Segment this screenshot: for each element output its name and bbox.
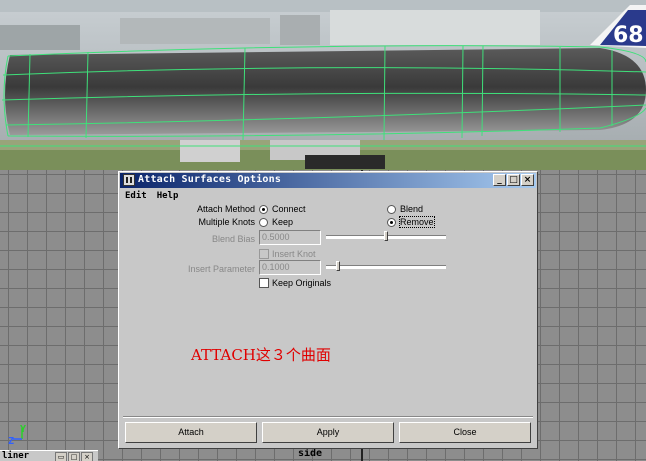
blend-bias-field[interactable]: 0.5000 bbox=[259, 230, 321, 245]
airplane-photo: 68 bbox=[0, 0, 646, 175]
dialog-titlebar[interactable]: Attach Surfaces Options _ □ × bbox=[120, 173, 536, 188]
maximize-button[interactable]: □ bbox=[507, 174, 520, 186]
menu-edit[interactable]: Edit bbox=[125, 191, 147, 201]
mini-panel-label: liner bbox=[2, 451, 30, 461]
blend-bias-label: Blend Bias bbox=[211, 234, 255, 244]
maximize-icon[interactable]: □ bbox=[68, 452, 80, 461]
insert-parameter-slider[interactable] bbox=[326, 265, 446, 269]
attach-method-label: Attach Method bbox=[196, 204, 255, 214]
tutorial-annotation: ATTACH这３个曲面 bbox=[191, 346, 331, 364]
close-button[interactable]: Close bbox=[399, 422, 531, 443]
button-divider bbox=[123, 416, 533, 418]
insert-knot-label[interactable]: Insert Knot bbox=[272, 249, 316, 259]
keep-originals-checkbox[interactable] bbox=[259, 278, 269, 288]
multiple-knots-label: Multiple Knots bbox=[198, 217, 255, 227]
multiple-knots-remove-label[interactable]: Remove bbox=[399, 216, 435, 228]
attach-button[interactable]: Attach bbox=[125, 422, 257, 443]
multiple-knots-remove-radio[interactable] bbox=[387, 218, 396, 227]
close-icon[interactable]: × bbox=[81, 452, 93, 461]
attach-method-connect-radio[interactable] bbox=[259, 205, 268, 214]
insert-knot-checkbox[interactable] bbox=[259, 249, 269, 259]
svg-text:68: 68 bbox=[613, 23, 644, 48]
attach-method-connect-label[interactable]: Connect bbox=[272, 204, 306, 214]
dialog-menubar: Edit Help bbox=[125, 191, 178, 201]
insert-parameter-field[interactable]: 0.1000 bbox=[259, 260, 321, 275]
mini-panel: liner ▭ □ × bbox=[0, 450, 98, 461]
viewport-camera-label: side bbox=[298, 448, 323, 459]
insert-parameter-slider-thumb[interactable] bbox=[336, 261, 340, 271]
menu-help[interactable]: Help bbox=[157, 191, 179, 201]
attach-surfaces-options-dialog: Attach Surfaces Options _ □ × Edit Help … bbox=[118, 171, 538, 449]
attach-method-blend-label[interactable]: Blend bbox=[400, 204, 423, 214]
minimize-button[interactable]: _ bbox=[493, 174, 506, 186]
axis-gizmo-icon bbox=[13, 428, 23, 440]
insert-parameter-label: Insert Parameter bbox=[187, 264, 255, 274]
multiple-knots-keep-radio[interactable] bbox=[259, 218, 268, 227]
restore-icon[interactable]: ▭ bbox=[55, 452, 67, 461]
multiple-knots-keep-label[interactable]: Keep bbox=[272, 217, 293, 227]
attach-method-blend-radio[interactable] bbox=[387, 205, 396, 214]
blend-bias-slider-thumb[interactable] bbox=[384, 231, 388, 241]
keep-originals-label[interactable]: Keep Originals bbox=[272, 278, 331, 288]
apply-button[interactable]: Apply bbox=[262, 422, 394, 443]
maya-app-icon[interactable] bbox=[123, 174, 135, 186]
dialog-title: Attach Surfaces Options bbox=[138, 174, 282, 185]
close-window-button[interactable]: × bbox=[521, 174, 534, 186]
